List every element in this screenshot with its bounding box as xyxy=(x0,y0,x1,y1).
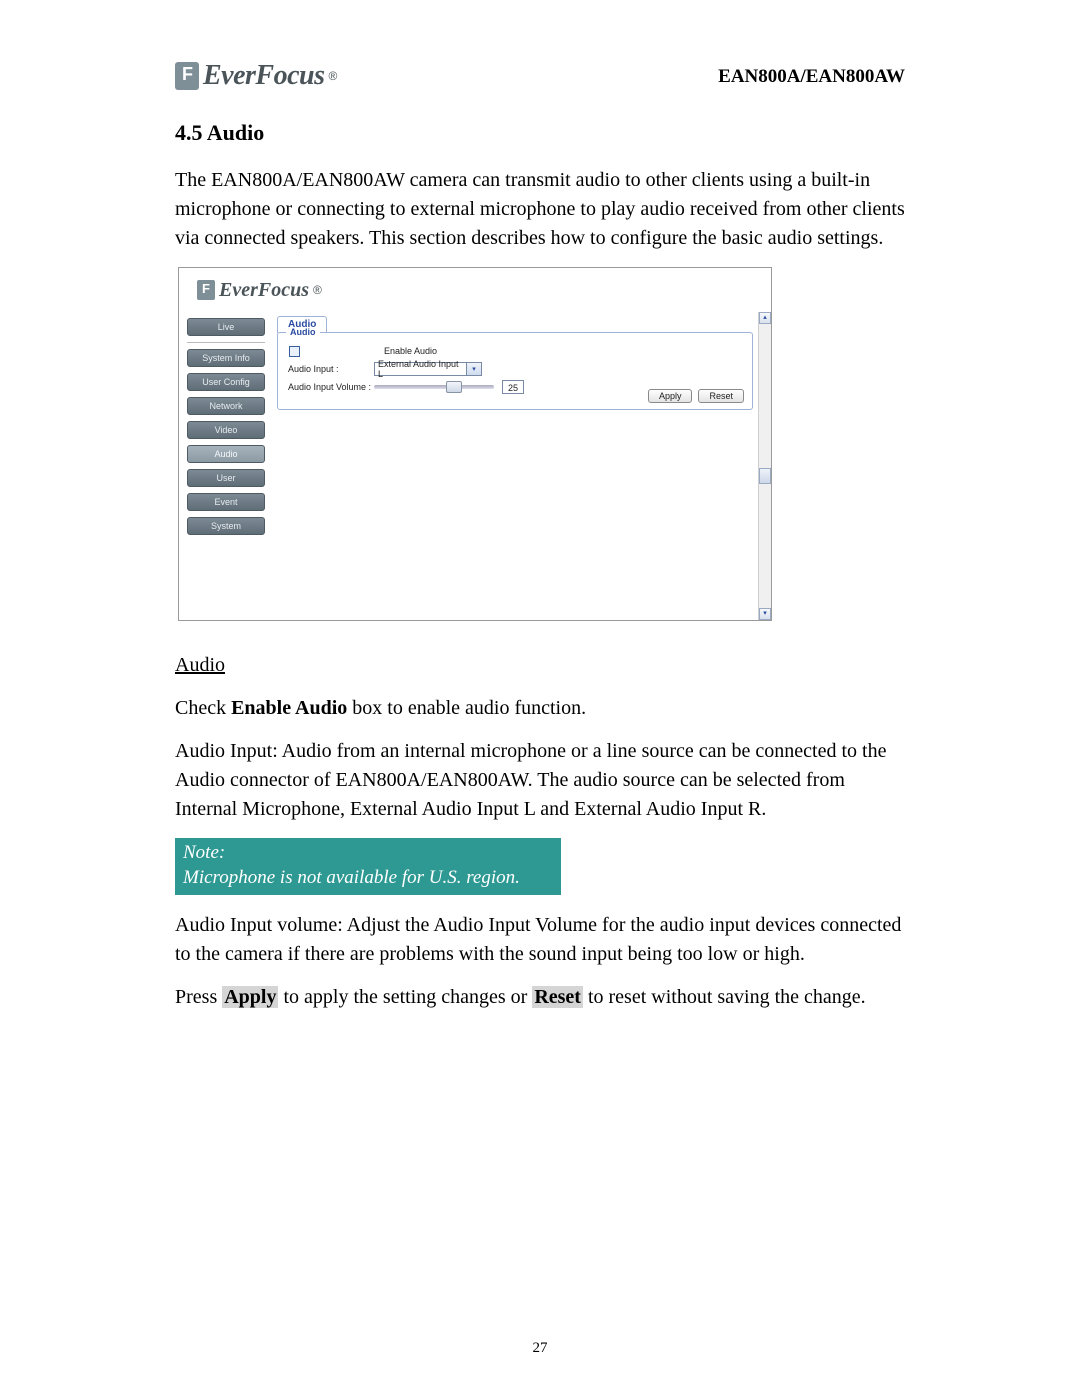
ui-brand-text: EverFocus xyxy=(219,279,309,302)
sidebar-item-event[interactable]: Event xyxy=(187,493,265,511)
enable-audio-checkbox[interactable] xyxy=(289,346,300,357)
audio-volume-paragraph: Audio Input volume: Adjust the Audio Inp… xyxy=(175,911,905,969)
settings-screenshot: EverFocus ® Live System Info User Config… xyxy=(178,267,772,621)
sidebar-item-network[interactable]: Network xyxy=(187,397,265,415)
brand-logo: EverFocus ® xyxy=(175,60,337,92)
everfocus-icon xyxy=(197,280,215,300)
audio-volume-label: Audio Input Volume : xyxy=(288,382,374,392)
page-header: EverFocus ® EAN800A/EAN800AW xyxy=(175,60,905,92)
scroll-up-icon[interactable]: ▴ xyxy=(759,312,771,324)
scroll-down-icon[interactable]: ▾ xyxy=(759,608,771,620)
registered-mark: ® xyxy=(313,283,322,297)
row-enable-audio: Enable Audio xyxy=(288,343,742,359)
sidebar-item-system[interactable]: System xyxy=(187,517,265,535)
scrollbar[interactable]: ▴ ▾ xyxy=(758,312,771,620)
everfocus-icon xyxy=(175,62,199,90)
chevron-down-icon: ▾ xyxy=(466,363,481,375)
reset-button[interactable]: Reset xyxy=(698,389,744,403)
ui-main: Audio Audio Enable Audio Audio Input : E… xyxy=(273,312,759,620)
note-body: Microphone is not available for U.S. reg… xyxy=(183,866,553,891)
sidebar-item-user-config[interactable]: User Config xyxy=(187,373,265,391)
sidebar-item-user[interactable]: User xyxy=(187,469,265,487)
audio-input-select[interactable]: External Audio Input L ▾ xyxy=(374,362,482,376)
page-number: 27 xyxy=(0,1340,1080,1357)
note-box: Note: Microphone is not available for U.… xyxy=(175,838,561,895)
audio-volume-value[interactable]: 25 xyxy=(502,380,524,394)
scroll-thumb[interactable] xyxy=(759,468,771,484)
audio-input-selected: External Audio Input L xyxy=(378,359,466,379)
intro-paragraph: The EAN800A/EAN800AW camera can transmit… xyxy=(175,166,905,253)
sidebar-item-audio[interactable]: Audio xyxy=(187,445,265,463)
sidebar-item-video[interactable]: Video xyxy=(187,421,265,439)
slider-thumb[interactable] xyxy=(446,381,462,393)
panel-legend: Audio xyxy=(286,327,320,337)
brand-text: EverFocus xyxy=(203,60,325,92)
note-title: Note: xyxy=(183,841,553,866)
enable-audio-paragraph: Check Enable Audio box to enable audio f… xyxy=(175,694,905,723)
apply-reset-paragraph: Press Apply to apply the setting changes… xyxy=(175,983,905,1012)
apply-button[interactable]: Apply xyxy=(648,389,693,403)
sidebar-item-system-info[interactable]: System Info xyxy=(187,349,265,367)
row-audio-input: Audio Input : External Audio Input L ▾ xyxy=(288,361,742,377)
page: EverFocus ® EAN800A/EAN800AW 4.5 Audio T… xyxy=(0,0,1080,1397)
enable-audio-label: Enable Audio xyxy=(384,346,437,356)
model-label: EAN800A/EAN800AW xyxy=(718,66,905,92)
ui-header: EverFocus ® xyxy=(179,268,771,312)
panel-buttons: Apply Reset xyxy=(648,389,744,403)
audio-panel: Audio Enable Audio Audio Input : Externa… xyxy=(277,332,753,410)
ui-body: Live System Info User Config Network Vid… xyxy=(179,312,759,620)
registered-mark: ® xyxy=(329,69,338,83)
audio-input-label: Audio Input : xyxy=(288,364,374,374)
sidebar-item-live[interactable]: Live xyxy=(187,318,265,336)
audio-heading: Audio xyxy=(175,651,905,680)
audio-volume-slider[interactable] xyxy=(374,385,494,389)
sidebar-separator xyxy=(187,342,265,343)
ui-sidebar: Live System Info User Config Network Vid… xyxy=(179,312,273,620)
section-title: 4.5 Audio xyxy=(175,120,905,146)
audio-input-paragraph: Audio Input: Audio from an internal micr… xyxy=(175,737,905,824)
